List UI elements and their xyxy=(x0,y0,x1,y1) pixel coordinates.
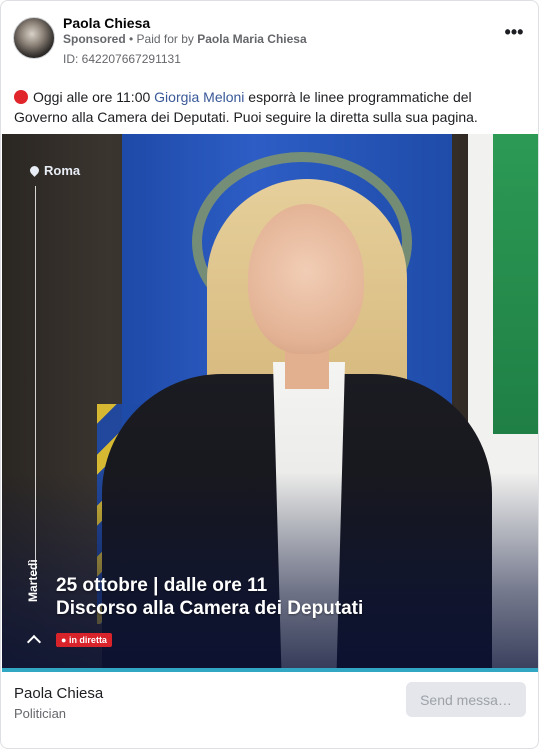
headline-line-2: Discorso alla Camera dei Deputati xyxy=(56,598,364,619)
author-avatar[interactable] xyxy=(13,17,55,59)
sponsored-line: Sponsored • Paid for by Paola Maria Chie… xyxy=(63,32,307,46)
headline-line-1: 25 ottobre | dalle ore 11 xyxy=(56,575,268,596)
separator: • xyxy=(125,32,137,46)
weekday-label: Martedì xyxy=(26,559,40,602)
location-label: Roma xyxy=(28,163,81,178)
image-headline: 25 ottobre | dalle ore 11 Discorso alla … xyxy=(56,574,363,620)
post-image[interactable]: Roma Martedì 25 ottobre | dalle ore 11 D… xyxy=(2,134,538,672)
send-message-button[interactable]: Send messa… xyxy=(406,682,526,717)
map-pin-icon xyxy=(28,164,41,177)
more-options-icon[interactable]: ••• xyxy=(502,23,526,45)
author-name[interactable]: Paola Chiesa xyxy=(63,15,150,31)
post-text: Oggi alle ore 11:00 Giorgia Meloni espor… xyxy=(14,87,514,127)
live-badge: ● in diretta xyxy=(56,633,112,647)
italian-flag-green xyxy=(493,134,538,434)
post-header: Paola Chiesa Sponsored • Paid for by Pao… xyxy=(13,15,526,71)
payer-name: Paola Maria Chiesa xyxy=(197,32,307,46)
timeline-line xyxy=(35,186,36,576)
page-name[interactable]: Paola Chiesa xyxy=(14,685,103,702)
sponsored-label: Sponsored xyxy=(63,32,126,46)
paid-for-prefix: Paid for by xyxy=(136,32,198,46)
post-footer: Paola Chiesa Politician Send messa… xyxy=(14,681,526,731)
ad-card: Paola Chiesa Sponsored • Paid for by Pao… xyxy=(0,0,539,749)
post-text-start: Oggi alle ore 11:00 xyxy=(33,89,155,105)
page-category: Politician xyxy=(14,706,67,721)
ad-id: ID: 642207667291131 xyxy=(63,52,181,66)
mention-link[interactable]: Giorgia Meloni xyxy=(154,89,244,105)
location-text: Roma xyxy=(44,163,81,178)
live-badge-text: in diretta xyxy=(68,635,107,645)
image-bottom-bar xyxy=(2,668,538,672)
red-circle-icon xyxy=(14,90,28,104)
person-face xyxy=(248,204,364,354)
